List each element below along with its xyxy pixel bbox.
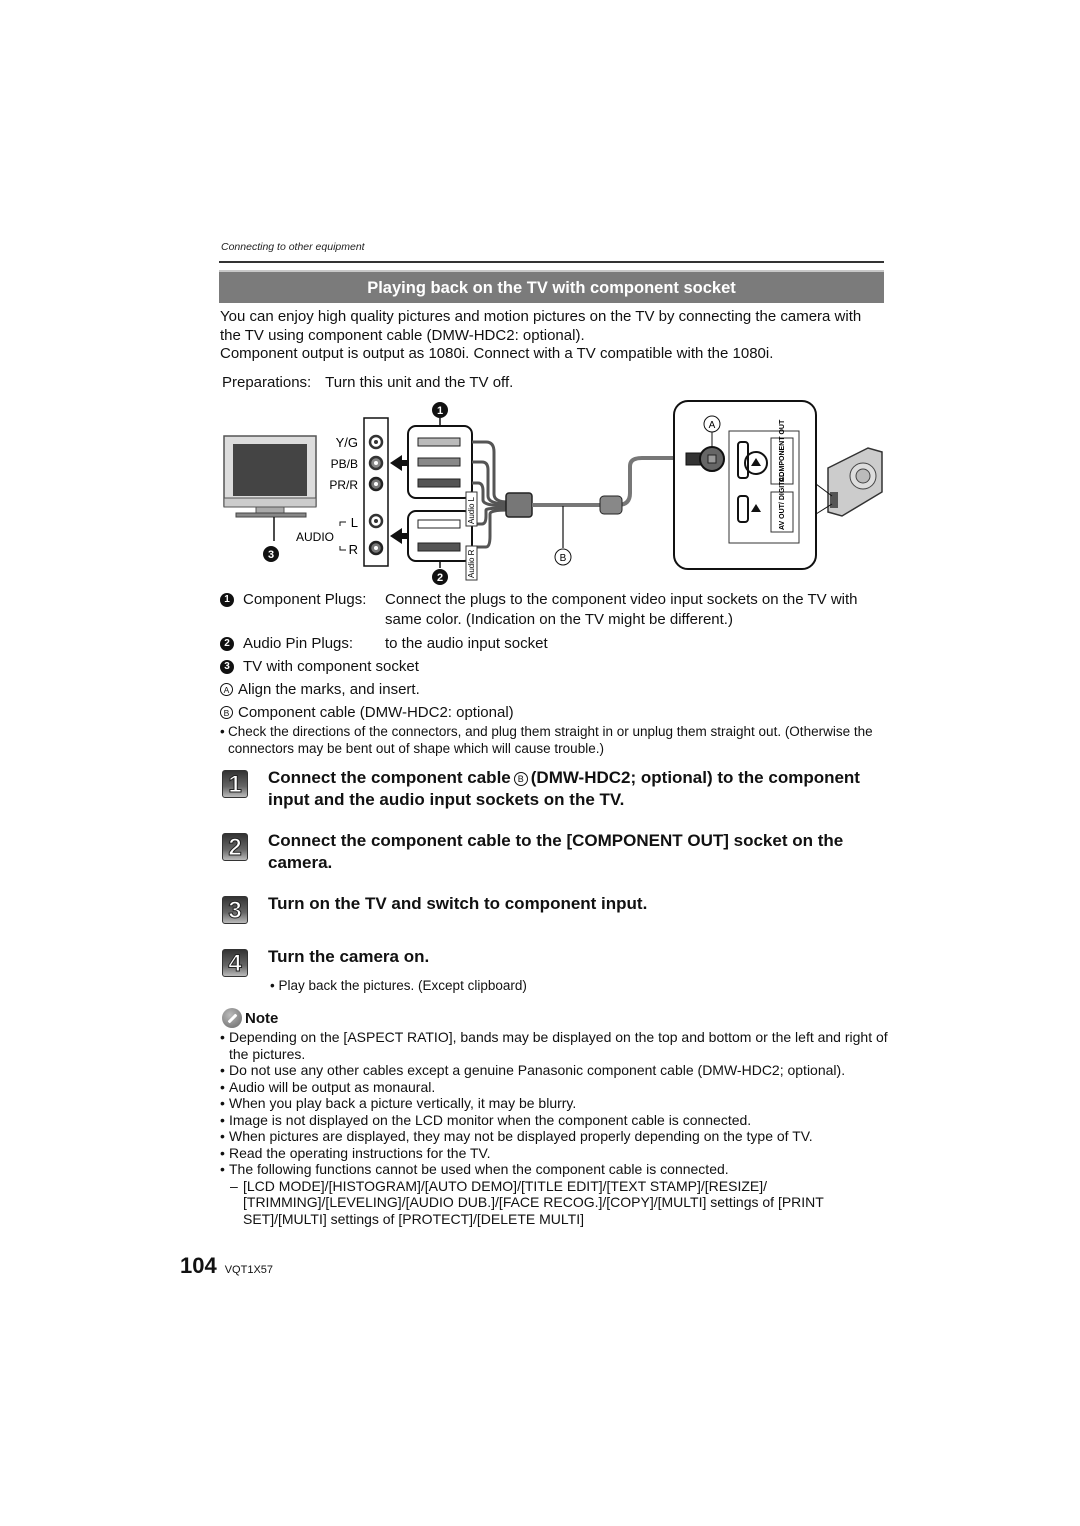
legend-item: 3 TV with component socket xyxy=(220,657,890,677)
port-label-component-out: COMPONENT OUT xyxy=(779,419,786,482)
step-4-sub: • Play back the pictures. (Except clipbo… xyxy=(270,978,527,993)
breadcrumb: Connecting to other equipment xyxy=(221,241,365,253)
step-3: 3 Turn on the TV and switch to component… xyxy=(222,893,887,925)
step-number-1: 1 xyxy=(222,770,248,799)
connection-diagram: 3 Y/G PB/B PR/R AUDIO L R 1 2 Audio L Au… xyxy=(218,396,888,586)
preparations: Preparations: Turn this unit and the TV … xyxy=(222,374,513,391)
note-heading: Note xyxy=(222,1008,278,1028)
audio-label-r: R xyxy=(349,542,358,557)
note-sub-item: – [LCD MODE]/[HISTOGRAM]/[AUTO DEMO]/[TIT… xyxy=(230,1177,824,1227)
step-number-3: 3 xyxy=(222,896,248,925)
svg-text:Audio R: Audio R xyxy=(467,549,476,578)
note-list: • Depending on the [ASPECT RATIO], bands … xyxy=(220,1029,890,1227)
marker-b: B xyxy=(554,548,572,566)
note-item: • Audio will be output as monaural. xyxy=(220,1078,436,1095)
audio-label: AUDIO xyxy=(296,530,334,544)
step-4: 4 Turn the camera on. xyxy=(222,946,887,978)
socket-label-prr: PR/R xyxy=(329,478,358,492)
note-item: • Image is not displayed on the LCD monit… xyxy=(220,1111,752,1128)
port-label-av-out: AV OUT/ DIGITAL xyxy=(779,472,786,530)
tv-illustration xyxy=(223,435,317,541)
legend-item: B Component cable (DMW-HDC2: optional) xyxy=(220,703,890,723)
legend-item: 1 Component Plugs: Connect the plugs to … xyxy=(220,590,890,630)
svg-text:2: 2 xyxy=(437,572,443,584)
pencil-note-icon xyxy=(222,1008,242,1028)
page-number: 104 xyxy=(180,1253,217,1278)
note-item: • Do not use any other cables except a ge… xyxy=(220,1062,846,1078)
step-1: 1 Connect the component cable B (DMW-HDC2;… xyxy=(222,767,887,811)
diagram-legend: 1 Component Plugs: Connect the plugs to … xyxy=(220,590,890,757)
intro-text: You can enjoy high quality pictures and … xyxy=(220,308,885,364)
marker-3: 3 xyxy=(263,546,279,562)
step-number-4: 4 xyxy=(222,949,248,978)
note-item: • Depending on the [ASPECT RATIO], bands … xyxy=(220,1029,888,1062)
marker-b-icon: B xyxy=(220,706,233,719)
ferrite-core xyxy=(599,495,623,515)
marker-a: A xyxy=(703,415,721,433)
socket-label-pbb: PB/B xyxy=(331,457,358,471)
legend-item: A Align the marks, and insert. xyxy=(220,680,890,700)
svg-text:1: 1 xyxy=(437,405,443,417)
camera-illustration xyxy=(815,447,883,517)
intro-line-2: Component output is output as 1080i. Con… xyxy=(220,345,774,362)
audio-label-l: L xyxy=(351,515,358,530)
svg-text:Audio L: Audio L xyxy=(467,496,476,524)
note-item: • The following functions cannot be used … xyxy=(220,1161,729,1177)
header-rule xyxy=(219,261,884,263)
section-title: Playing back on the TV with component so… xyxy=(219,270,884,303)
caution-note: • Check the directions of the connectors… xyxy=(220,724,873,756)
socket-label-yg: Y/G xyxy=(336,435,358,450)
legend-item: 2 Audio Pin Plugs: to the audio input so… xyxy=(220,634,890,654)
page-footer: 104 VQT1X57 xyxy=(180,1253,273,1279)
step-number-2: 2 xyxy=(222,833,248,862)
cable-junction xyxy=(505,492,533,518)
step-2: 2 Connect the component cable to the [CO… xyxy=(222,830,887,874)
marker-2-icon: 2 xyxy=(220,637,234,651)
marker-1: 1 xyxy=(432,402,448,418)
marker-2: 2 xyxy=(432,569,448,585)
audio-plug-group xyxy=(407,510,473,562)
note-item: • When pictures are displayed, they may n… xyxy=(220,1128,813,1144)
note-item: • When you play back a picture vertically… xyxy=(220,1095,577,1111)
doc-code: VQT1X57 xyxy=(224,1264,274,1276)
svg-text:B: B xyxy=(560,553,567,564)
preparations-label: Preparations: xyxy=(222,374,312,391)
preparations-text: Turn this unit and the TV off. xyxy=(325,374,514,391)
marker-a-icon: A xyxy=(220,683,233,696)
note-item: • Read the operating instructions for the… xyxy=(220,1144,491,1161)
marker-1-icon: 1 xyxy=(220,593,234,607)
svg-text:A: A xyxy=(709,420,716,431)
marker-3-icon: 3 xyxy=(220,660,234,674)
marker-b-icon: B xyxy=(513,772,528,786)
intro-line-1: You can enjoy high quality pictures and … xyxy=(220,308,862,344)
svg-text:3: 3 xyxy=(268,549,274,561)
